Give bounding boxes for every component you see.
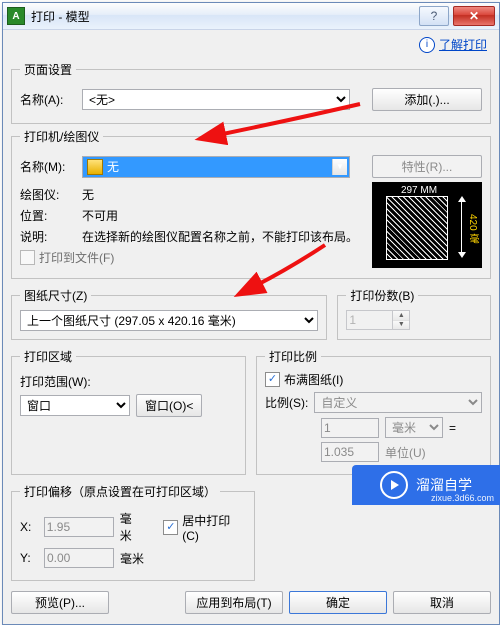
watermark-logo: 溜溜自学 zixue.3d66.com — [352, 465, 500, 505]
app-icon: A — [7, 7, 25, 25]
page-setup-group: 页面设置 名称(A): <无> 添加(.)... — [11, 61, 491, 124]
copies-group: 打印份数(B) ▲▼ — [337, 287, 491, 340]
desc-label: 说明: — [20, 228, 76, 245]
copies-spinner: ▲▼ — [346, 310, 482, 330]
printer-name-select[interactable]: 无 ▼ — [82, 156, 350, 178]
add-page-button[interactable]: 添加(.)... — [372, 88, 482, 111]
center-print-checkbox[interactable]: ✓ 居中打印(C) — [163, 512, 246, 543]
spin-down-icon: ▼ — [393, 321, 409, 330]
print-range-label: 打印范围(W): — [20, 373, 237, 390]
plotter-label: 绘图仪: — [20, 186, 76, 203]
ok-button[interactable]: 确定 — [289, 591, 387, 614]
printer-legend: 打印机/绘图仪 — [20, 128, 103, 145]
print-area-group: 打印区域 打印范围(W): 窗口 窗口(O)< — [11, 348, 246, 475]
spin-up-icon: ▲ — [393, 311, 409, 321]
window-pick-button[interactable]: 窗口(O)< — [136, 394, 202, 417]
window-title: 打印 - 模型 — [31, 8, 415, 25]
cancel-button[interactable]: 取消 — [393, 591, 491, 614]
paper-size-group: 图纸尺寸(Z) 上一个图纸尺寸 (297.05 x 420.16 毫米) — [11, 287, 327, 340]
fit-paper-checkbox[interactable]: ✓ 布满图纸(I) — [265, 371, 482, 388]
printer-icon — [87, 159, 103, 175]
equals-sign: = — [449, 421, 456, 435]
offset-y-label: Y: — [20, 551, 38, 565]
ratio-select: 自定义 — [314, 392, 482, 413]
offset-y-input — [44, 548, 114, 568]
page-setup-legend: 页面设置 — [20, 61, 76, 78]
scale-unit-select: 毫米 — [385, 417, 443, 438]
scale-unit2-input — [321, 442, 379, 462]
copies-legend: 打印份数(B) — [346, 287, 418, 304]
paper-size-legend: 图纸尺寸(Z) — [20, 287, 91, 304]
apply-layout-button[interactable]: 应用到布局(T) — [185, 591, 283, 614]
location-label: 位置: — [20, 207, 76, 224]
paper-size-select[interactable]: 上一个图纸尺寸 (297.05 x 420.16 毫米) — [20, 310, 318, 331]
offset-y-unit: 毫米 — [120, 550, 144, 567]
close-button[interactable]: ✕ — [453, 6, 495, 26]
scale-unit2-label: 单位(U) — [385, 444, 426, 461]
paper-preview: 297 MM 420 毫 — [372, 182, 482, 268]
offset-legend: 打印偏移（原点设置在可打印区域） — [20, 483, 220, 500]
offset-x-input — [44, 517, 114, 537]
print-to-file-checkbox: 打印到文件(F) — [20, 249, 114, 266]
preview-button[interactable]: 预览(P)... — [11, 591, 109, 614]
properties-button: 特性(R)... — [372, 155, 482, 178]
desc-value: 在选择新的绘图仪配置名称之前，不能打印该布局。 — [82, 228, 364, 245]
plotter-value: 无 — [82, 186, 94, 203]
info-icon: i — [419, 37, 435, 53]
page-name-select[interactable]: <无> — [82, 89, 350, 110]
scale-num-input — [321, 418, 379, 438]
printer-group: 打印机/绘图仪 名称(M): 无 ▼ 特性(R)... 绘图仪: 无 — [11, 128, 491, 279]
scale-legend: 打印比例 — [265, 348, 321, 365]
chevron-down-icon: ▼ — [332, 159, 347, 175]
scale-group: 打印比例 ✓ 布满图纸(I) 比例(S): 自定义 毫米 — [256, 348, 491, 475]
print-range-select[interactable]: 窗口 — [20, 395, 130, 416]
offset-x-label: X: — [20, 520, 38, 534]
learn-print-link[interactable]: 了解打印 — [439, 36, 487, 53]
help-button[interactable]: ? — [419, 6, 449, 26]
play-icon — [380, 471, 408, 499]
ratio-label: 比例(S): — [265, 394, 308, 411]
offset-x-unit: 毫米 — [120, 510, 144, 544]
page-name-label: 名称(A): — [20, 91, 76, 108]
print-area-legend: 打印区域 — [20, 348, 76, 365]
offset-group: 打印偏移（原点设置在可打印区域） X: 毫米 ✓ 居中打印(C) Y: 毫米 — [11, 483, 255, 581]
location-value: 不可用 — [82, 207, 118, 224]
printer-name-label: 名称(M): — [20, 158, 76, 175]
